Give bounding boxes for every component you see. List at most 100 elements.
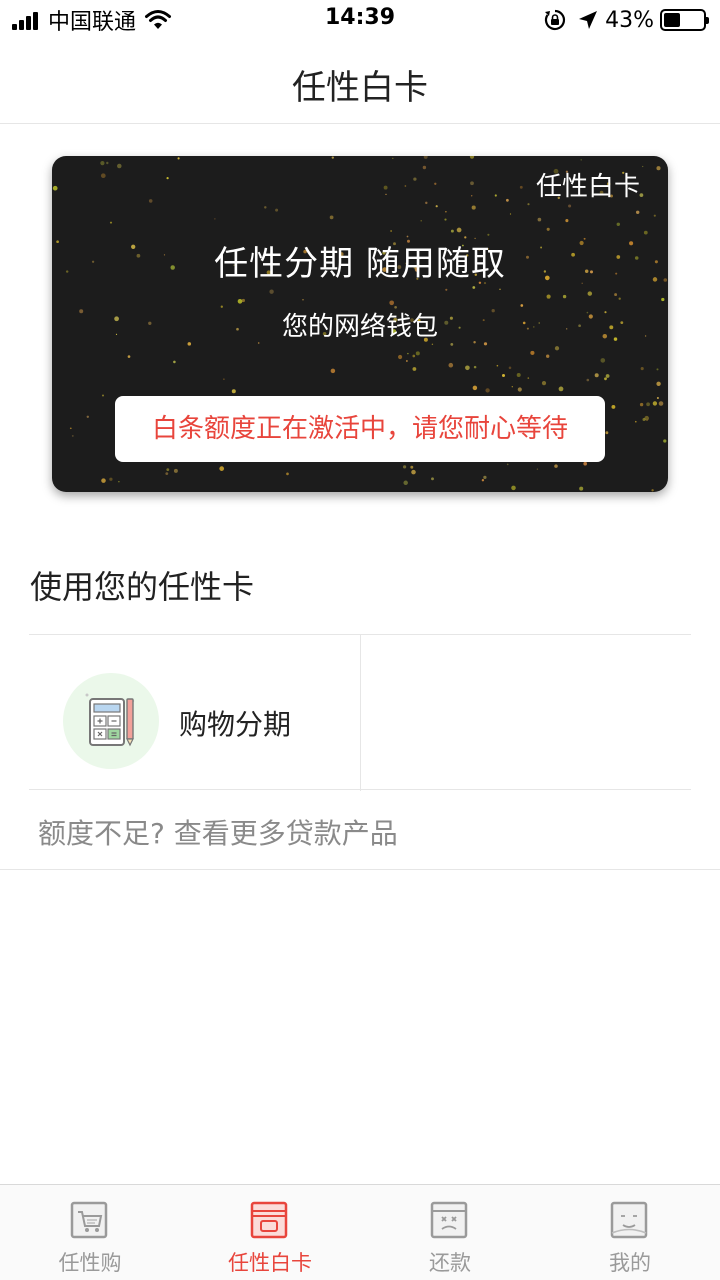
sparkle-dot xyxy=(403,480,408,486)
sparkle-dot xyxy=(456,227,462,233)
sparkle-dot xyxy=(412,354,416,358)
tab-white-card[interactable]: 任性白卡 xyxy=(180,1185,360,1280)
sparkle-dot xyxy=(642,417,646,422)
sparkle-dot xyxy=(415,351,420,356)
sparkle-dot xyxy=(656,396,659,400)
sparkle-dot xyxy=(635,210,640,215)
sparkle-dot xyxy=(450,343,454,346)
sparkle-dot xyxy=(541,381,547,386)
credit-card-banner[interactable]: 任性白卡 任性分期 随用随取 您的网络钱包 白条额度正在激活中，请您耐心等待 xyxy=(52,156,668,492)
sparkle-dot xyxy=(173,468,178,473)
sparkle-dot xyxy=(616,222,621,227)
sparkle-dot xyxy=(658,401,664,406)
sparkle-dot xyxy=(502,374,505,377)
sparkle-dot xyxy=(383,185,388,190)
sparkle-dot xyxy=(653,214,656,217)
sparkle-dot xyxy=(554,346,560,351)
sparkle-dot xyxy=(546,354,550,358)
sparkle-dot xyxy=(448,362,454,368)
sparkle-dot xyxy=(219,466,225,471)
sparkle-dot xyxy=(565,219,569,223)
sparkle-dot xyxy=(587,291,593,296)
sparkle-dot xyxy=(412,367,417,371)
sparkle-dot xyxy=(385,193,387,196)
battery-fill xyxy=(664,13,681,27)
activation-status-banner: 白条额度正在激活中，请您耐心等待 xyxy=(115,396,605,462)
sparkle-dot xyxy=(496,364,499,367)
sparkle-dot xyxy=(600,358,606,363)
tab-repay-label: 还款 xyxy=(429,1251,471,1275)
sparkle-dot xyxy=(422,165,427,170)
sparkle-dot xyxy=(165,472,169,475)
nav-bar: 任性白卡 xyxy=(0,40,720,124)
sparkle-dot xyxy=(423,156,428,159)
sparkle-dot xyxy=(445,211,447,213)
status-right: 43% xyxy=(543,6,709,34)
sparkle-dot xyxy=(511,485,516,491)
card-icon xyxy=(250,1201,288,1239)
shopping-cart-icon xyxy=(70,1201,108,1239)
sparkle-dot xyxy=(646,402,650,407)
sparkle-dot xyxy=(465,365,470,371)
sparkle-dot xyxy=(148,199,153,203)
sparkle-dot xyxy=(411,469,416,475)
sparkle-dot xyxy=(656,368,659,371)
more-loan-products-link[interactable]: 额度不足? 查看更多贷款产品 xyxy=(0,790,720,870)
sparkle-dot xyxy=(656,166,661,171)
sparkle-dot xyxy=(71,434,74,437)
tab-mine-label: 我的 xyxy=(609,1251,651,1275)
sparkle-dot xyxy=(435,205,438,208)
sparkle-dot xyxy=(404,185,407,187)
sparkle-dot xyxy=(652,401,658,406)
sparkle-dot xyxy=(450,229,454,233)
sparkle-dot xyxy=(580,159,582,161)
sparkle-dot xyxy=(651,489,654,492)
sparkle-dot xyxy=(403,465,407,469)
sparkle-dot xyxy=(117,163,122,169)
sparkle-dot xyxy=(109,221,113,224)
sparkle-dot xyxy=(231,389,236,394)
tab-bar: 任性购 任性白卡 还款 我的 xyxy=(0,1184,720,1280)
sparkle-dot xyxy=(511,386,513,388)
sparkle-dot xyxy=(527,377,530,379)
sparkle-dot xyxy=(635,420,637,423)
sparkle-dot xyxy=(473,365,477,369)
sparkle-dot xyxy=(286,472,289,476)
sparkle-dot xyxy=(275,208,279,212)
card-subtitle: 您的网络钱包 xyxy=(281,312,438,342)
sparkle-dot xyxy=(100,173,106,179)
sparkle-dot xyxy=(536,468,539,470)
sparkle-dot xyxy=(214,218,216,220)
sparkle-dot xyxy=(471,205,476,210)
status-bar: 中国联通 14:39 43% xyxy=(0,0,720,40)
sparkle-dot xyxy=(101,478,106,483)
location-arrow-icon xyxy=(579,11,598,29)
sparkle-dot xyxy=(69,427,72,430)
sparkle-dot xyxy=(508,366,512,370)
sparkle-dot xyxy=(537,217,542,222)
sparkle-dot xyxy=(472,286,476,289)
installment-shopping-item[interactable]: 购物分期 xyxy=(29,635,360,791)
tab-shop[interactable]: 任性购 xyxy=(0,1185,180,1280)
sparkle-dot xyxy=(579,486,584,491)
feature-grid: 购物分期 xyxy=(29,634,691,791)
sparkle-dot xyxy=(558,386,564,392)
tab-mine[interactable]: 我的 xyxy=(540,1185,720,1280)
grid-divider xyxy=(360,635,361,791)
sparkle-dot xyxy=(643,230,648,235)
sparkle-dot xyxy=(506,463,509,466)
sparkle-dot xyxy=(562,294,567,299)
sparkle-dot xyxy=(406,360,408,362)
sparkle-dot xyxy=(398,354,403,360)
more-loan-products-label: 额度不足? 查看更多贷款产品 xyxy=(38,817,398,850)
sparkle-dot xyxy=(166,468,170,472)
sparkle-dot xyxy=(586,378,590,382)
sparkle-dot xyxy=(554,464,558,468)
sparkle-dot xyxy=(611,404,616,409)
tab-repay[interactable]: 还款 xyxy=(360,1185,540,1280)
sparkle-dot xyxy=(264,206,267,209)
sparkle-dot xyxy=(516,373,521,377)
sparkle-dot xyxy=(223,378,225,380)
sparkle-dot xyxy=(166,176,169,180)
battery-percent: 43% xyxy=(605,7,654,33)
